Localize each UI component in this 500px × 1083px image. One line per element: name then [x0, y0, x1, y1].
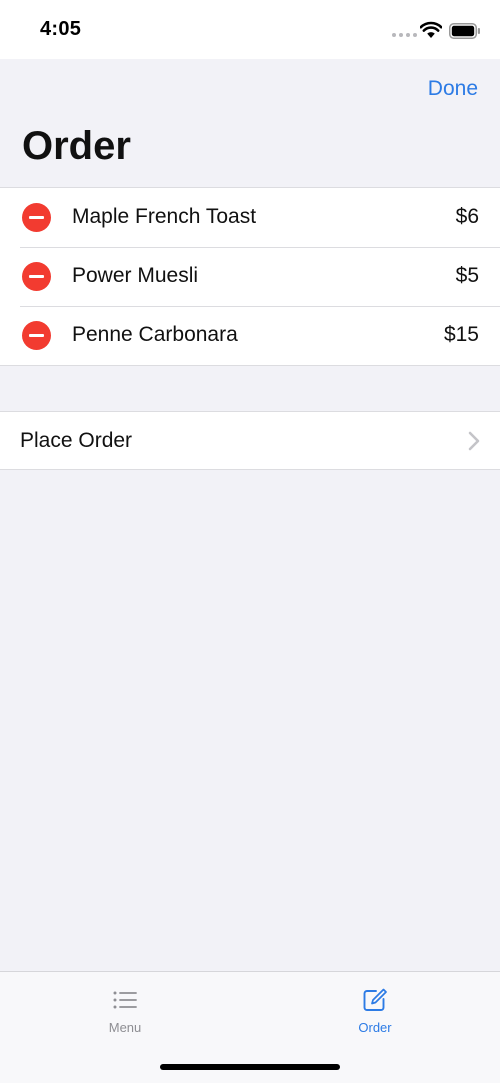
order-item-row[interactable]: Maple French Toast $6 — [0, 188, 500, 247]
item-price: $6 — [455, 205, 479, 228]
page-title: Order — [22, 124, 131, 168]
item-name: Maple French Toast — [72, 205, 257, 228]
wifi-icon — [420, 21, 442, 38]
order-list: Maple French Toast $6 Power Muesli $5 Pe… — [0, 187, 500, 366]
tab-menu[interactable]: Menu — [0, 972, 250, 1042]
place-order-button[interactable]: Place Order — [0, 411, 500, 470]
item-name: Penne Carbonara — [72, 323, 238, 346]
delete-icon[interactable] — [22, 203, 51, 232]
tab-label: Menu — [108, 1020, 142, 1035]
home-indicator[interactable] — [160, 1064, 340, 1070]
status-time: 4:05 — [40, 18, 82, 40]
status-bar: 4:05 — [0, 0, 500, 59]
order-item-row[interactable]: Penne Carbonara $15 — [0, 306, 500, 365]
battery-icon — [449, 23, 480, 39]
order-item-row[interactable]: Power Muesli $5 — [0, 247, 500, 306]
item-price: $15 — [443, 323, 479, 346]
list-icon — [113, 991, 137, 1009]
chevron-right-icon — [468, 431, 480, 451]
tab-order[interactable]: Order — [250, 972, 500, 1042]
item-name: Power Muesli — [72, 264, 199, 287]
delete-icon[interactable] — [22, 321, 51, 350]
done-button[interactable]: Done — [428, 77, 478, 101]
cellular-signal-icon — [392, 33, 417, 37]
item-price: $5 — [455, 264, 479, 287]
compose-icon — [363, 988, 387, 1011]
order-screen: 4:05 Done Order Maple French Toast $6 Po… — [0, 0, 500, 1083]
place-order-label: Place Order — [20, 429, 133, 452]
tab-label: Order — [358, 1020, 392, 1035]
delete-icon[interactable] — [22, 262, 51, 291]
